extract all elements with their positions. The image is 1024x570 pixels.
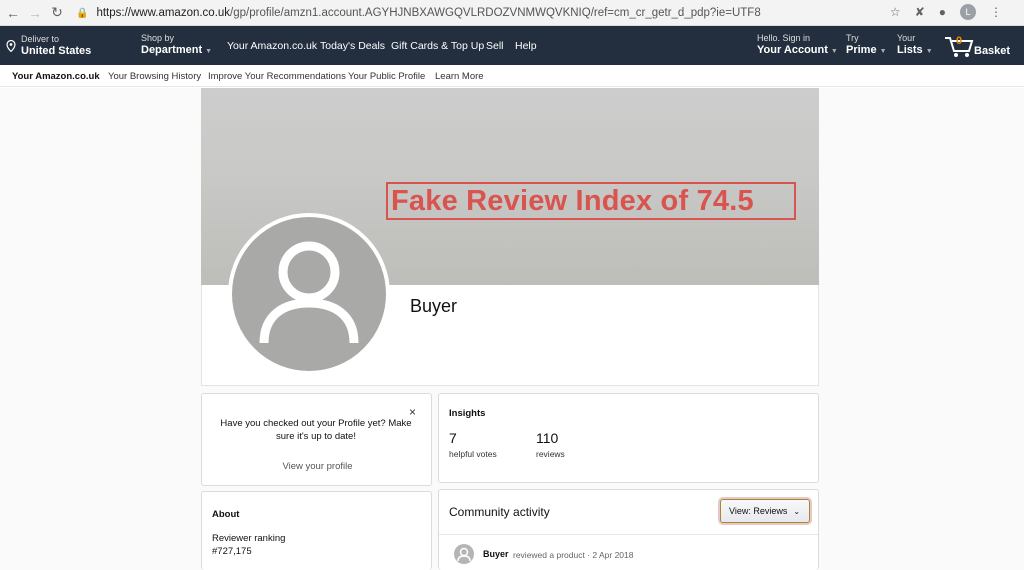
subnav-learn-more[interactable]: Learn More — [435, 71, 484, 82]
nav-link-gift-cards[interactable]: Gift Cards & Top Up — [391, 40, 484, 52]
user-silhouette-icon — [259, 241, 359, 344]
forward-arrow-icon[interactable]: → — [24, 2, 46, 24]
reload-icon[interactable]: ↻ — [46, 2, 68, 24]
view-profile-link[interactable]: View your profile — [202, 461, 433, 472]
about-card: About Reviewer ranking #727,175 — [201, 491, 432, 570]
try-label: Try — [846, 33, 859, 43]
helpful-votes-count: 7 — [449, 430, 457, 446]
url-path: /gp/profile/amzn1.account.AGYHJNBXAWGQVL… — [230, 7, 761, 19]
your-account-label: Your Account — [757, 44, 828, 56]
amazon-nav-bar: Deliver to United States Shop by Departm… — [0, 26, 1024, 65]
menu-dots-icon[interactable]: ⋮ — [990, 5, 1002, 19]
lists-label: Lists — [897, 44, 923, 56]
profile-avatar-large — [228, 213, 390, 375]
divider — [439, 534, 818, 535]
department-label: Department — [141, 44, 203, 56]
address-bar[interactable]: 🔒 https://www.amazon.co.uk/gp/profile/am… — [76, 3, 916, 23]
basket-label[interactable]: Basket — [974, 45, 1010, 57]
sub-navigation: Your Amazon.co.uk Your Browsing History … — [0, 65, 1024, 87]
deliver-to[interactable]: Deliver to United States — [21, 26, 91, 65]
profile-prompt-text: Have you checked out your Profile yet? M… — [220, 418, 412, 442]
activity-avatar — [454, 544, 474, 564]
community-activity-card: Community activity View: Reviews ⌄ Buyer … — [438, 489, 819, 570]
reviewer-ranking-value: #727,175 — [212, 546, 252, 557]
caret-down-icon: ▼ — [879, 48, 887, 55]
shop-by-department[interactable]: Shop by Department ▼ — [141, 26, 212, 65]
back-arrow-icon[interactable]: ← — [2, 2, 24, 24]
reviews-label: reviews — [536, 449, 565, 459]
bookmark-star-icon[interactable]: ☆ — [890, 5, 901, 19]
subnav-browsing-history[interactable]: Your Browsing History — [108, 71, 201, 82]
reviewer-ranking-label: Reviewer ranking — [212, 533, 286, 544]
activity-description: reviewed a product · 2 Apr 2018 — [513, 550, 634, 560]
lock-icon: 🔒 — [76, 7, 89, 19]
deliver-to-country: United States — [21, 44, 92, 57]
insights-card: Insights 7 helpful votes 110 reviews — [438, 393, 819, 483]
profile-name: Buyer — [410, 296, 458, 316]
your-label: Your — [897, 33, 916, 43]
subnav-your-amazon[interactable]: Your Amazon.co.uk — [12, 71, 100, 82]
location-pin-icon — [6, 40, 16, 52]
user-silhouette-icon — [457, 547, 471, 562]
shop-by-label: Shop by — [141, 33, 175, 43]
nav-link-help[interactable]: Help — [515, 40, 537, 52]
nav-link-your-amazon[interactable]: Your Amazon.co.uk — [227, 40, 317, 52]
view-value: Reviews — [753, 506, 788, 516]
sign-in-label: Hello. Sign in — [757, 33, 811, 43]
try-prime-menu[interactable]: Try Prime ▼ — [846, 26, 887, 65]
about-title: About — [212, 509, 240, 520]
caret-down-icon: ▼ — [925, 48, 933, 55]
nav-link-todays-deals[interactable]: Today's Deals — [320, 40, 385, 52]
basket-count: 0 — [956, 35, 963, 47]
profile-avatar[interactable]: L — [960, 4, 976, 20]
insights-title: Insights — [449, 408, 486, 419]
community-activity-title: Community activity — [449, 505, 550, 519]
activity-user-name[interactable]: Buyer — [483, 549, 509, 559]
your-account-menu[interactable]: Hello. Sign in Your Account ▼ — [757, 26, 838, 65]
extension-icon[interactable]: ✘ — [915, 5, 925, 19]
helpful-votes-label: helpful votes — [449, 449, 497, 459]
caret-down-icon: ▼ — [205, 48, 213, 55]
url-host: https://www.amazon.co.uk — [96, 7, 231, 19]
browser-toolbar: ← → ↻ 🔒 https://www.amazon.co.uk/gp/prof… — [0, 0, 1024, 26]
fake-review-index-overlay: Fake Review Index of 74.5 — [386, 182, 796, 220]
subnav-public-profile[interactable]: Your Public Profile — [348, 71, 425, 82]
nav-link-sell[interactable]: Sell — [486, 40, 504, 52]
profile-prompt-card: × Have you checked out your Profile yet?… — [201, 393, 432, 486]
view-label: View: — [729, 506, 751, 516]
reviews-count: 110 — [536, 430, 559, 446]
caret-down-icon: ▼ — [830, 48, 838, 55]
extension-icon-2[interactable]: ● — [939, 5, 946, 19]
prime-label: Prime — [846, 44, 877, 56]
deliver-to-label: Deliver to — [21, 33, 60, 44]
chevron-down-icon: ⌄ — [793, 506, 801, 516]
view-filter-dropdown[interactable]: View: Reviews ⌄ — [720, 499, 810, 523]
your-lists-menu[interactable]: Your Lists ▼ — [897, 26, 933, 65]
subnav-improve-recommendations[interactable]: Improve Your Recommendations — [208, 71, 346, 82]
